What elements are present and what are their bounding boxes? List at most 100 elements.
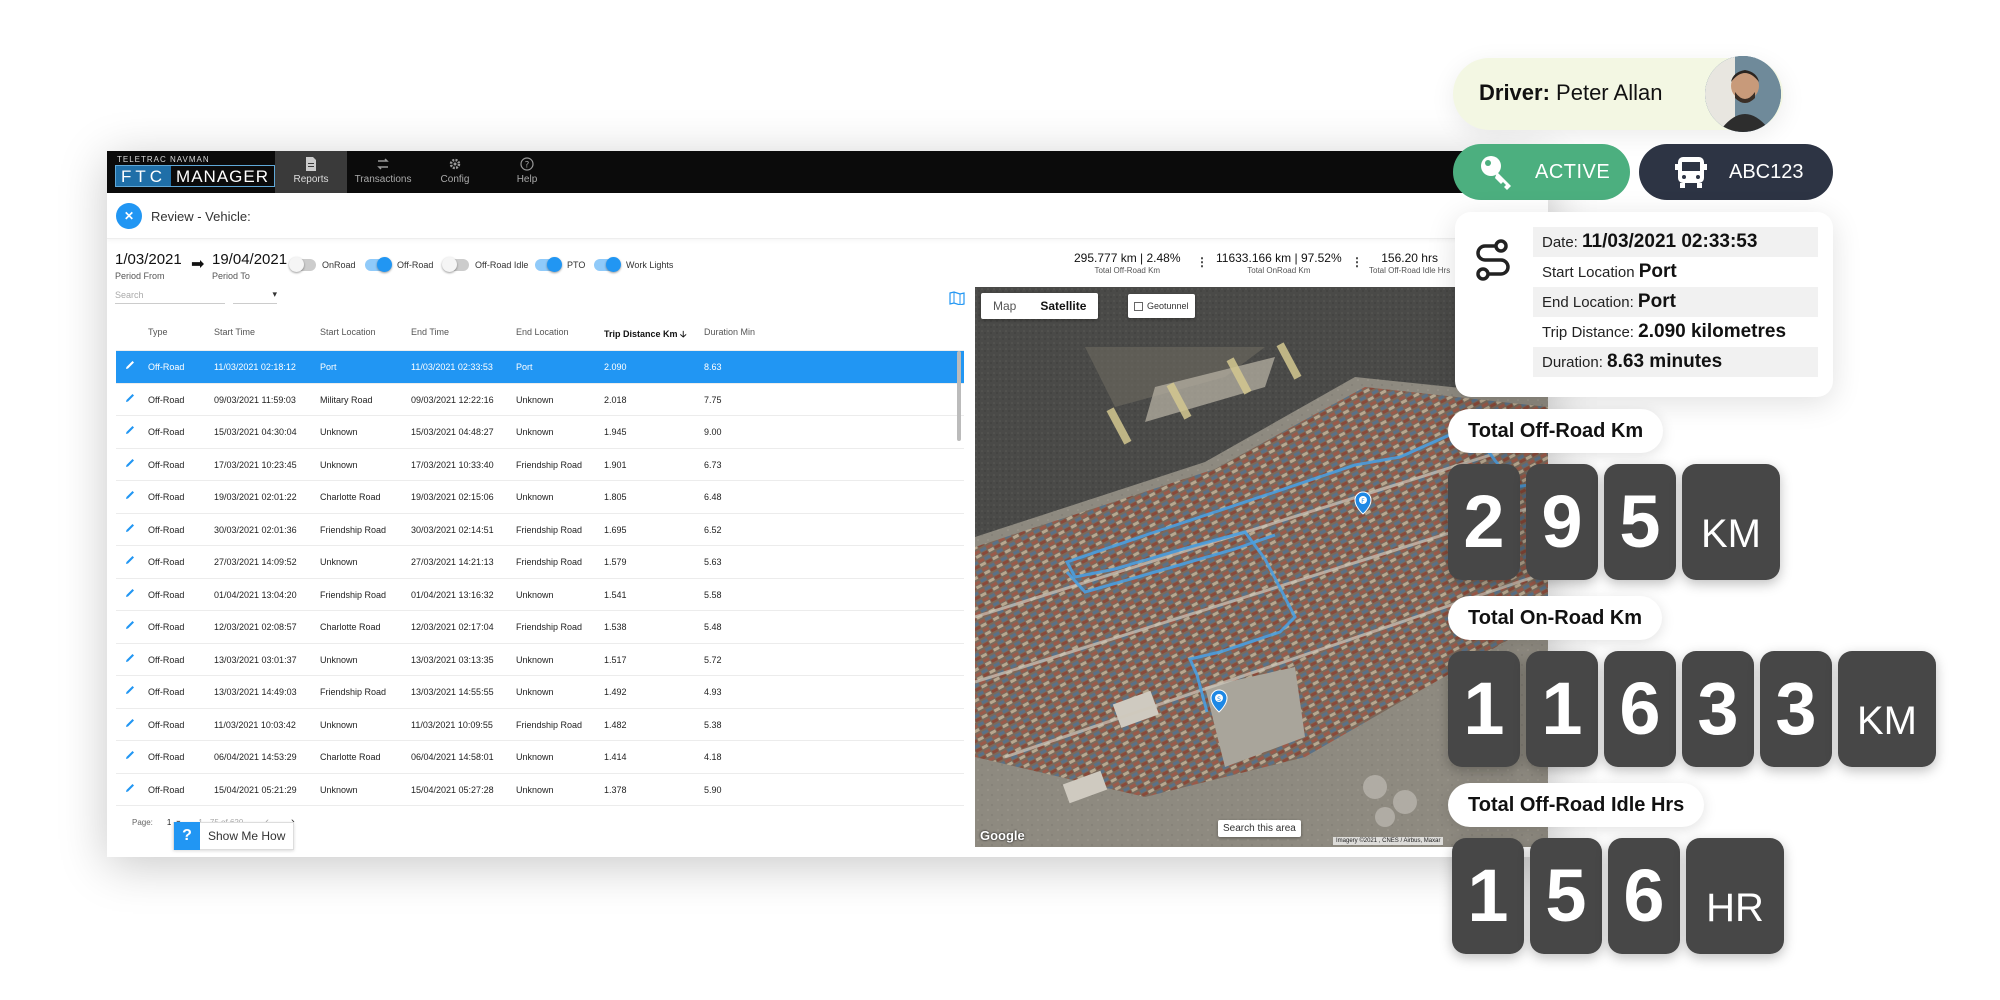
review-header: ✕ Review - Vehicle: [107, 193, 1548, 239]
col-start-time[interactable]: Start Time [214, 327, 255, 337]
pencil-icon[interactable] [124, 522, 136, 534]
table-row[interactable]: Off-Road 30/03/2021 02:01:36 Friendship Ro… [116, 514, 964, 546]
toggle-work-lights[interactable]: Work Lights [594, 257, 673, 273]
pencil-icon[interactable] [124, 424, 136, 436]
toggle-offroad[interactable]: Off-Road [365, 257, 433, 273]
table-row[interactable]: Off-Road 11/03/2021 10:03:42 Unknown 11/03/… [116, 709, 964, 741]
trips-table: Type Start Time Start Location End Time … [116, 313, 964, 806]
pencil-icon[interactable] [124, 359, 136, 371]
table-cell: 30/03/2021 02:14:51 [411, 524, 494, 535]
filter-select[interactable]: ▾ [233, 286, 277, 304]
map-icon[interactable] [949, 291, 965, 306]
col-end-location[interactable]: End Location [516, 327, 569, 337]
table-cell: 2.090 [604, 362, 627, 372]
col-type[interactable]: Type [148, 327, 168, 337]
trip-distance: Trip Distance: 2.090 kilometres [1533, 317, 1818, 347]
period-to-date[interactable]: 19/04/2021 [212, 251, 287, 268]
table-cell: Unknown [320, 459, 358, 470]
table-cell: 09/03/2021 11:59:03 [214, 394, 296, 405]
toggle-pto[interactable]: PTO [535, 257, 585, 273]
table-cell: Unknown [516, 427, 554, 437]
driver-name: Driver: Peter Allan [1479, 80, 1662, 106]
table-cell: 06/04/2021 14:58:01 [411, 752, 494, 762]
table-cell: 5.58 [704, 589, 722, 600]
gear-icon [448, 157, 462, 171]
counter-onroad-title: Total On-Road Km [1448, 596, 1663, 640]
table-cell: 17/03/2021 10:23:45 [214, 459, 297, 470]
tab-map[interactable]: Map [981, 293, 1028, 319]
table-row[interactable]: Off-Road 15/04/2021 05:21:29 Unknown 15/04/… [116, 774, 964, 806]
col-duration[interactable]: Duration Min [704, 327, 755, 337]
table-row[interactable]: Off-Road 11/03/2021 02:18:12 Port 11/03/202… [116, 351, 964, 384]
nav-reports[interactable]: Reports [275, 151, 347, 193]
table-row[interactable]: Off-Road 27/03/2021 14:09:52 Unknown 27/03/… [116, 546, 964, 579]
table-row[interactable]: Off-Road 15/03/2021 04:30:04 Unknown 15/03/… [116, 416, 964, 449]
table-row[interactable]: Off-Road 13/03/2021 03:01:37 Unknown 13/03/… [116, 644, 964, 676]
nav-transactions-label: Transactions [354, 174, 412, 185]
col-end-time[interactable]: End Time [411, 327, 449, 337]
counter-digit: 1 [1526, 651, 1598, 767]
trip-date-value: 11/03/2021 02:33:53 [1582, 231, 1758, 252]
table-row[interactable]: Off-Road 06/04/2021 14:53:29 Charlotte Roa… [116, 741, 964, 774]
more-vert-icon[interactable]: ⋮ [1351, 255, 1363, 269]
route-icon [1471, 238, 1515, 282]
pencil-icon[interactable] [124, 554, 136, 566]
pager-page-select[interactable]: 1 [167, 818, 171, 827]
stat-offroad-km-label: Total Off-Road Km [1094, 266, 1161, 275]
pencil-icon[interactable] [124, 619, 136, 631]
table-cell: Off-Road [148, 622, 185, 632]
table-cell: 1.414 [604, 752, 627, 762]
table-cell: 1.482 [604, 719, 627, 730]
table-cell: 13/03/2021 14:49:03 [214, 687, 297, 697]
table-cell: Unknown [320, 654, 358, 665]
pencil-icon[interactable] [124, 782, 136, 794]
trip-distance-label: Trip Distance: [1542, 324, 1634, 341]
stat-idle-hrs-value: 156.20 hrs [1381, 251, 1438, 265]
pencil-icon[interactable] [124, 684, 136, 696]
svg-text:F: F [1361, 498, 1365, 505]
table-row[interactable]: Off-Road 13/03/2021 14:49:03 Friendship Ro… [116, 676, 964, 709]
table-row[interactable]: Off-Road 17/03/2021 10:23:45 Unknown 17/03/… [116, 449, 964, 481]
search-this-area-button[interactable]: Search this area [1218, 820, 1301, 837]
nav-help-label: Help [516, 174, 538, 185]
pencil-icon[interactable] [124, 587, 136, 599]
tab-satellite[interactable]: Satellite [1028, 293, 1098, 319]
pencil-icon[interactable] [124, 392, 136, 404]
table-row[interactable]: Off-Road 09/03/2021 11:59:03 Military Road… [116, 384, 964, 416]
show-me-how-button[interactable]: ? Show Me How [173, 822, 295, 850]
table-row[interactable]: Off-Road 01/04/2021 13:04:20 Friendship Ro… [116, 579, 964, 611]
table-cell: 27/03/2021 14:09:52 [214, 557, 297, 567]
counter-unit: HR [1686, 838, 1784, 954]
counter-digit: 6 [1604, 651, 1676, 767]
more-vert-icon[interactable]: ⋮ [1196, 255, 1208, 269]
table-cell: 9.00 [704, 427, 722, 437]
table-cell: Friendship Road [516, 719, 583, 730]
toggle-offroad-idle[interactable]: Off-Road Idle [442, 257, 528, 273]
pencil-icon[interactable] [124, 652, 136, 664]
pencil-icon[interactable] [124, 457, 136, 469]
col-start-location[interactable]: Start Location [320, 327, 376, 337]
toggle-onroad[interactable]: OnRoad [289, 257, 356, 273]
nav-transactions[interactable]: Transactions [347, 151, 419, 193]
table-row[interactable]: Off-Road 19/03/2021 02:01:22 Charlotte Roa… [116, 481, 964, 514]
table-row[interactable]: Off-Road 12/03/2021 02:08:57 Charlotte Roa… [116, 611, 964, 644]
col-trip-distance-label: Trip Distance Km [604, 329, 678, 339]
table-scrollbar[interactable] [957, 351, 961, 441]
search-input[interactable]: Search [115, 286, 225, 304]
trip-details-card: Date: 11/03/2021 02:33:53 Start Location… [1455, 212, 1833, 397]
table-cell: Off-Road [148, 687, 185, 697]
pencil-icon[interactable] [124, 749, 136, 761]
nav-config[interactable]: Config [419, 151, 491, 193]
pencil-icon[interactable] [124, 489, 136, 501]
table-cell: Friendship Road [320, 524, 387, 535]
nav-help[interactable]: ? Help [491, 151, 563, 193]
brand-logo[interactable]: TELETRAC NAVMAN FTC MANAGER [115, 154, 276, 190]
close-button[interactable]: ✕ [116, 203, 142, 229]
period-from-date[interactable]: 1/03/2021 [115, 251, 182, 268]
table-cell: Unknown [320, 557, 358, 567]
sort-down-icon: 🡣 [680, 329, 687, 339]
geotunnel-checkbox[interactable]: Geotunnel [1128, 294, 1195, 318]
pencil-icon[interactable] [124, 717, 136, 729]
col-trip-distance[interactable]: Trip Distance Km 🡣 [604, 327, 687, 343]
table-cell: 1.492 [604, 687, 627, 697]
